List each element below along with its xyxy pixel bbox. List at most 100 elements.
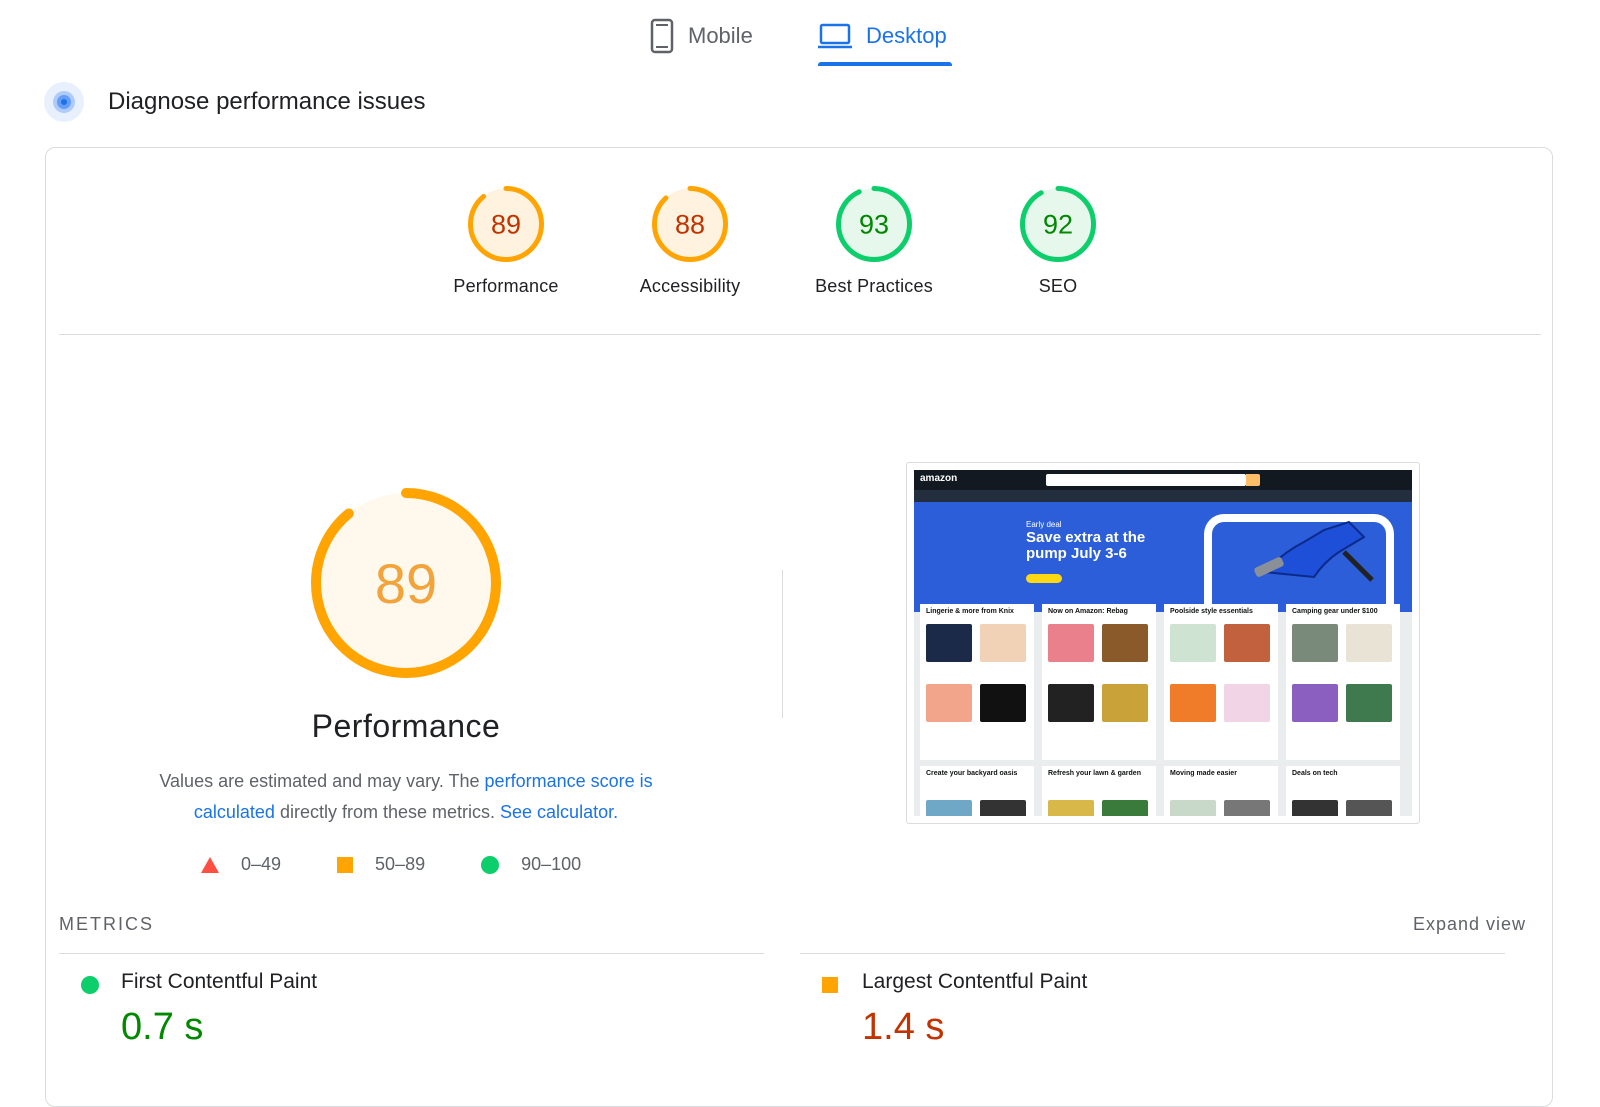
laptop-icon bbox=[818, 23, 852, 49]
triangle-icon bbox=[201, 856, 219, 873]
performance-score-gauge: 89 bbox=[311, 488, 501, 678]
score-gauge-value: 89 bbox=[491, 210, 521, 240]
amazon-card-title: Moving made easier bbox=[1170, 770, 1237, 777]
score-gauge-ring: 89 bbox=[468, 186, 544, 262]
product-image bbox=[1170, 624, 1216, 662]
metrics-divider-left bbox=[59, 953, 764, 954]
amazon-card-title: Camping gear under $100 bbox=[1292, 608, 1378, 615]
product-image bbox=[980, 624, 1026, 662]
circle-icon bbox=[81, 976, 99, 994]
amazon-card: Moving made easier bbox=[1164, 766, 1278, 816]
metrics-divider-right bbox=[800, 953, 1505, 954]
amazon-card-title: Deals on tech bbox=[1292, 770, 1338, 777]
amazon-card: Refresh your lawn & garden bbox=[1042, 766, 1156, 816]
product-image bbox=[1292, 684, 1338, 722]
performance-gauge-value: 89 bbox=[375, 552, 437, 615]
legend-label: 50–89 bbox=[375, 854, 426, 874]
product-image bbox=[1346, 624, 1392, 662]
description-text: Values are estimated and may vary. The bbox=[159, 771, 485, 791]
product-image bbox=[1048, 624, 1094, 662]
score-gauge-ring: 88 bbox=[652, 186, 728, 262]
device-tabs: Mobile Desktop bbox=[0, 0, 1600, 70]
search-icon bbox=[1246, 474, 1260, 486]
hero-small-text: Early deal bbox=[1026, 520, 1062, 529]
product-image bbox=[926, 800, 972, 816]
amazon-card-title: Refresh your lawn & garden bbox=[1048, 770, 1141, 777]
amazon-card: Poolside style essentials bbox=[1164, 604, 1278, 760]
product-image bbox=[980, 800, 1026, 816]
product-image bbox=[1048, 684, 1094, 722]
product-image bbox=[1224, 624, 1270, 662]
score-gauge-ring: 92 bbox=[1020, 186, 1096, 262]
report-card: 89 Performance 88 Accessibility 93 Best Pra… bbox=[45, 147, 1553, 1107]
metric-label: Largest Contentful Paint bbox=[862, 970, 1088, 993]
performance-title: Performance bbox=[311, 708, 501, 744]
product-image bbox=[980, 684, 1026, 722]
legend-average: 50–89 bbox=[337, 854, 425, 875]
amazon-card-title: Create your backyard oasis bbox=[926, 770, 1018, 777]
metrics-heading: METRICS bbox=[59, 914, 154, 934]
amazon-card-title: Poolside style essentials bbox=[1170, 608, 1253, 615]
tab-mobile-label: Mobile bbox=[688, 23, 753, 48]
hero-button bbox=[1026, 574, 1062, 583]
gauge-seo[interactable]: 92 SEO bbox=[973, 186, 1143, 297]
square-icon bbox=[337, 856, 354, 873]
gauge-best-practices[interactable]: 93 Best Practices bbox=[789, 186, 959, 297]
product-image bbox=[1102, 800, 1148, 816]
score-gauge-ring: 93 bbox=[836, 186, 912, 262]
score-legend: 0–49 50–89 90–100 bbox=[201, 854, 637, 875]
gauge-accessibility[interactable]: 88 Accessibility bbox=[605, 186, 775, 297]
performance-gauge-ring: 89 bbox=[311, 488, 501, 678]
see-calculator-link[interactable]: See calculator. bbox=[500, 802, 618, 822]
score-gauge-value: 88 bbox=[675, 210, 705, 240]
product-image bbox=[1224, 684, 1270, 722]
amazon-card: Create your backyard oasis bbox=[920, 766, 1034, 816]
diagnose-icon bbox=[44, 82, 84, 122]
diagnose-header: Diagnose performance issues bbox=[44, 82, 426, 122]
amazon-card-title: Lingerie & more from Knix bbox=[926, 608, 1014, 615]
screenshot-content: amazon Early deal Save extra at the pump… bbox=[914, 470, 1412, 816]
legend-pass: 90–100 bbox=[481, 854, 581, 875]
hero-headline: Save extra at the pump July 3-6 bbox=[1026, 529, 1146, 562]
product-image bbox=[1346, 800, 1392, 816]
amazon-card: Camping gear under $100 bbox=[1286, 604, 1400, 760]
tab-desktop[interactable]: Desktop bbox=[818, 10, 947, 62]
product-image bbox=[1346, 684, 1392, 722]
gauge-performance[interactable]: 89 Performance bbox=[421, 186, 591, 297]
product-image bbox=[926, 624, 972, 662]
amazon-card: Now on Amazon: Rebag bbox=[1042, 604, 1156, 760]
product-image bbox=[1224, 800, 1270, 816]
fuel-pump-image bbox=[1254, 520, 1374, 582]
metric-label: First Contentful Paint bbox=[121, 970, 318, 993]
page-screenshot[interactable]: amazon Early deal Save extra at the pump… bbox=[906, 462, 1420, 824]
legend-label: 0–49 bbox=[241, 854, 282, 874]
description-text-2: directly from these metrics. bbox=[274, 802, 501, 822]
tab-desktop-label: Desktop bbox=[866, 23, 947, 48]
product-image bbox=[1170, 800, 1216, 816]
legend-label: 90–100 bbox=[521, 854, 582, 874]
legend-fail: 0–49 bbox=[201, 854, 281, 875]
product-image bbox=[1102, 684, 1148, 722]
gauge-label: Accessibility bbox=[639, 276, 741, 296]
product-image bbox=[1292, 624, 1338, 662]
expand-view-link[interactable]: Expand view bbox=[1413, 914, 1526, 935]
gauge-label: Performance bbox=[453, 276, 559, 296]
product-image bbox=[1292, 800, 1338, 816]
divider bbox=[59, 334, 1541, 335]
product-image bbox=[1048, 800, 1094, 816]
active-tab-indicator bbox=[818, 62, 952, 66]
tab-mobile[interactable]: Mobile bbox=[650, 10, 753, 62]
product-image bbox=[926, 684, 972, 722]
metric-value: 1.4 s bbox=[862, 1006, 945, 1048]
product-image bbox=[1170, 684, 1216, 722]
product-image bbox=[1102, 624, 1148, 662]
metric-value: 0.7 s bbox=[121, 1006, 204, 1048]
square-icon bbox=[822, 977, 838, 993]
amazon-card-title: Now on Amazon: Rebag bbox=[1048, 608, 1128, 615]
amazon-nav bbox=[914, 490, 1412, 502]
amazon-card: Lingerie & more from Knix bbox=[920, 604, 1034, 760]
amazon-search-bar bbox=[1046, 474, 1246, 486]
performance-description: Values are estimated and may vary. The p… bbox=[131, 766, 681, 828]
gauge-label: SEO bbox=[1038, 276, 1078, 296]
amazon-card: Deals on tech bbox=[1286, 766, 1400, 816]
